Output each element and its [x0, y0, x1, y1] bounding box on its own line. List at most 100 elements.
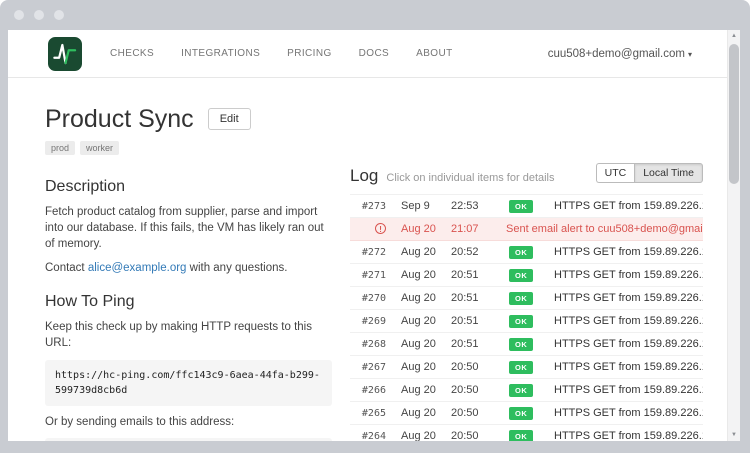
log-row-message: HTTPS GET from 159.89.226.126 [554, 338, 703, 350]
log-subtitle: Click on individual items for details [386, 172, 554, 184]
ping-url-code[interactable]: https://hc-ping.com/ffc143c9-6aea-44fa-b… [45, 360, 332, 406]
alert-circle-icon: ! [375, 223, 386, 234]
how-to-ping-section: How To Ping Keep this check up by making… [45, 293, 332, 441]
log-row-number: #273 [350, 201, 386, 212]
edit-button[interactable]: Edit [208, 108, 251, 130]
ok-status-badge: OK [509, 269, 533, 282]
log-row-date: Aug 20 [401, 430, 451, 441]
browser-window: CHECKS INTEGRATIONS PRICING DOCS ABOUT c… [0, 0, 750, 453]
contact-prefix: Contact [45, 262, 88, 274]
log-row[interactable]: #268 Aug 20 20:51 OK HTTPS GET from 159.… [350, 333, 703, 356]
log-row-number: #270 [350, 293, 386, 304]
log-row-message: HTTPS GET from 159.89.226.126 [554, 292, 703, 304]
log-row-date: Aug 20 [401, 338, 451, 350]
log-row[interactable]: #273 Sep 9 22:53 OK HTTPS GET from 159.8… [350, 195, 703, 218]
window-dot-icon[interactable] [14, 10, 24, 20]
log-row[interactable]: #271 Aug 20 20:51 OK HTTPS GET from 159.… [350, 264, 703, 287]
log-row[interactable]: #267 Aug 20 20:50 OK HTTPS GET from 159.… [350, 356, 703, 379]
log-row-time: 21:07 [451, 223, 493, 235]
log-row[interactable]: #270 Aug 20 20:51 OK HTTPS GET from 159.… [350, 287, 703, 310]
timezone-toggle: UTC Local Time [596, 163, 703, 183]
log-row[interactable]: #266 Aug 20 20:50 OK HTTPS GET from 159.… [350, 379, 703, 402]
log-column: Log Click on individual items for detail… [350, 104, 703, 441]
http-intro-text: Keep this check up by making HTTP reques… [45, 319, 332, 351]
contact-email-link[interactable]: alice@example.org [88, 262, 187, 274]
main-content: Product Sync Edit prod worker Descriptio… [8, 78, 727, 441]
ok-status-badge: OK [509, 384, 533, 397]
log-row-number: #265 [350, 408, 386, 419]
scrollbar-thumb[interactable] [729, 44, 739, 184]
tag-badge[interactable]: prod [45, 141, 75, 155]
check-details-column: Product Sync Edit prod worker Descriptio… [45, 104, 332, 441]
how-to-ping-heading: How To Ping [45, 293, 332, 311]
tag-badge[interactable]: worker [80, 141, 119, 155]
log-row-date: Aug 20 [401, 361, 451, 373]
ok-status-badge: OK [509, 338, 533, 351]
ok-status-badge: OK [509, 315, 533, 328]
log-row[interactable]: #265 Aug 20 20:50 OK HTTPS GET from 159.… [350, 402, 703, 425]
nav-item-pricing[interactable]: PRICING [287, 48, 331, 59]
ping-email-code[interactable]: ffc143c9-6aea-44fa-b299-599739d8cb6d@hc-… [45, 438, 332, 441]
log-row[interactable]: #269 Aug 20 20:51 OK HTTPS GET from 159.… [350, 310, 703, 333]
log-row[interactable]: #272 Aug 20 20:52 OK HTTPS GET from 159.… [350, 241, 703, 264]
log-header: Log Click on individual items for detail… [350, 166, 703, 186]
window-dot-icon[interactable] [54, 10, 64, 20]
log-row-date: Sep 9 [401, 200, 451, 212]
log-row-number: #271 [350, 270, 386, 281]
nav-item-docs[interactable]: DOCS [359, 48, 390, 59]
log-row-date: Aug 20 [401, 269, 451, 281]
log-row-time: 20:52 [451, 246, 493, 258]
log-row-time: 20:51 [451, 315, 493, 327]
account-email: cuu508+demo@gmail.com [548, 48, 685, 60]
log-row-number: #269 [350, 316, 386, 327]
log-row-time: 20:51 [451, 269, 493, 281]
ok-status-badge: OK [509, 200, 533, 213]
log-row-date: Aug 20 [401, 407, 451, 419]
log-row-time: 20:50 [451, 361, 493, 373]
log-row-message: HTTPS GET from 159.89.226.126 [554, 407, 703, 419]
nav-item-checks[interactable]: CHECKS [110, 48, 154, 59]
navbar: CHECKS INTEGRATIONS PRICING DOCS ABOUT c… [8, 30, 740, 78]
log-row-time: 20:51 [451, 292, 493, 304]
page-body: CHECKS INTEGRATIONS PRICING DOCS ABOUT c… [8, 30, 740, 441]
log-row[interactable]: #264 Aug 20 20:50 OK HTTPS GET from 159.… [350, 425, 703, 441]
window-dot-icon[interactable] [34, 10, 44, 20]
log-row-date: Aug 20 [401, 223, 451, 235]
log-row-date: Aug 20 [401, 246, 451, 258]
window-controls[interactable] [14, 10, 64, 20]
description-section: Description Fetch product catalog from s… [45, 178, 332, 276]
log-heading: Log [350, 166, 378, 186]
log-row-number: #264 [350, 431, 386, 442]
scrollbar[interactable]: ▲ ▼ [727, 30, 740, 441]
log-row-number: #268 [350, 339, 386, 350]
scroll-down-icon[interactable]: ▼ [728, 429, 740, 441]
ok-status-badge: OK [509, 361, 533, 374]
log-row-time: 20:51 [451, 338, 493, 350]
log-row-message: HTTPS GET from 159.89.226.126 [554, 200, 703, 212]
log-row-message: HTTPS GET from 159.89.226.126 [554, 361, 703, 373]
ok-status-badge: OK [509, 407, 533, 420]
log-row-message: HTTPS GET from 159.89.226.126 [554, 246, 703, 258]
nav-item-integrations[interactable]: INTEGRATIONS [181, 48, 260, 59]
log-row-time: 20:50 [451, 407, 493, 419]
scroll-up-icon[interactable]: ▲ [728, 30, 740, 42]
log-row-date: Aug 20 [401, 292, 451, 304]
log-row-message: HTTPS GET from 159.89.226.126 [554, 430, 703, 441]
log-row-time: 20:50 [451, 384, 493, 396]
log-row-date: Aug 20 [401, 315, 451, 327]
log-row-number: #272 [350, 247, 386, 258]
log-row-message: Sent email alert to cuu508+demo@gmail.co… [506, 223, 703, 235]
log-row-alert[interactable]: ! Aug 20 21:07 Sent email alert to cuu50… [350, 218, 703, 241]
account-menu[interactable]: cuu508+demo@gmail.com▾ [548, 48, 692, 60]
local-time-button[interactable]: Local Time [634, 163, 703, 183]
description-heading: Description [45, 178, 332, 196]
app-logo-icon[interactable] [48, 37, 82, 71]
ok-status-badge: OK [509, 246, 533, 259]
log-row-date: Aug 20 [401, 384, 451, 396]
ok-status-badge: OK [509, 430, 533, 442]
utc-button[interactable]: UTC [596, 163, 635, 183]
contact-text: Contact alice@example.org with any quest… [45, 260, 332, 276]
ok-status-badge: OK [509, 292, 533, 305]
nav-item-about[interactable]: ABOUT [416, 48, 452, 59]
description-text: Fetch product catalog from supplier, par… [45, 204, 332, 252]
